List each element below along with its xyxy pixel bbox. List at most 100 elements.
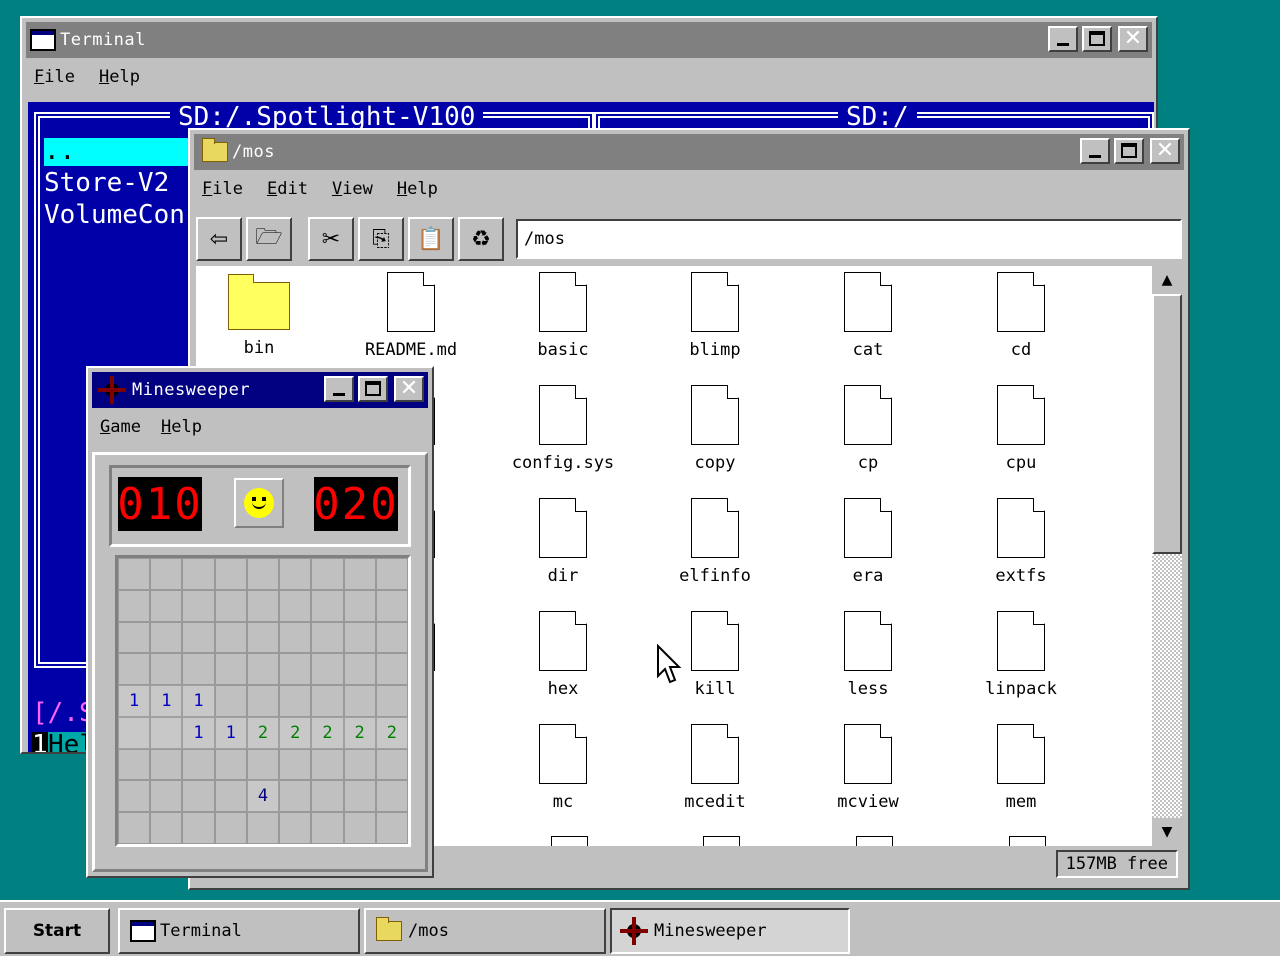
mine-cell[interactable] (246, 748, 280, 781)
file-item[interactable]: cpu (946, 385, 1096, 473)
mine-cell[interactable] (246, 589, 280, 622)
minesweeper-minimize-button[interactable] (324, 376, 354, 402)
terminal-minimize-button[interactable] (1048, 26, 1078, 52)
mine-cell[interactable] (375, 653, 408, 686)
mine-cell[interactable] (343, 558, 376, 590)
mine-cell[interactable] (150, 716, 183, 749)
mine-cell[interactable] (279, 558, 312, 590)
vertical-scrollbar[interactable]: ▲ ▼ (1152, 266, 1182, 846)
mine-cell[interactable] (150, 653, 183, 686)
mine-cell[interactable] (214, 621, 247, 654)
mine-cell[interactable]: 2 (279, 716, 312, 749)
mine-cell[interactable] (118, 621, 151, 654)
minesweeper-titlebar[interactable]: Minesweeper ✕ (92, 372, 428, 408)
mine-cell[interactable] (311, 621, 344, 654)
mine-cell[interactable] (182, 589, 215, 622)
fm-menu-edit[interactable]: Edit (267, 179, 308, 199)
terminal-close-button[interactable]: ✕ (1118, 26, 1148, 52)
terminal-menu-file[interactable]: File (34, 67, 75, 87)
mine-cell[interactable] (214, 653, 247, 686)
mine-cell[interactable]: 1 (118, 685, 151, 717)
mine-cell[interactable] (279, 812, 312, 844)
mine-cell[interactable] (279, 685, 312, 717)
mine-cell[interactable] (246, 558, 280, 590)
mine-cell[interactable] (182, 748, 215, 781)
mine-cell[interactable] (118, 558, 151, 590)
copy-icon[interactable]: ⎘ (358, 217, 404, 261)
minesweeper-window[interactable]: Minesweeper ✕ Game Help 010 020 11111222… (86, 366, 434, 878)
mine-cell[interactable]: 1 (150, 685, 183, 717)
file-manager-maximize-button[interactable] (1114, 138, 1144, 164)
mine-cell[interactable] (375, 621, 408, 654)
mine-cell[interactable] (214, 780, 247, 813)
file-item[interactable]: extfs (946, 498, 1096, 586)
taskbar-item-mos[interactable]: /mos (364, 908, 606, 954)
up-folder-icon[interactable]: 🗁 (246, 217, 292, 261)
terminal-titlebar[interactable]: Terminal ✕ (26, 22, 1152, 58)
mine-cell[interactable] (343, 621, 376, 654)
taskbar-item-minesweeper[interactable]: Minesweeper (610, 908, 850, 954)
mine-cell[interactable] (150, 621, 183, 654)
mine-cell[interactable] (214, 558, 247, 590)
file-item[interactable]: era (793, 498, 943, 586)
mine-cell[interactable] (311, 589, 344, 622)
entry-store-v2[interactable]: Store-V2 (44, 170, 169, 196)
mine-cell[interactable] (343, 653, 376, 686)
mine-cell[interactable] (214, 685, 247, 717)
entry-volumecon[interactable]: VolumeCon (44, 202, 185, 228)
mine-cell[interactable]: 2 (343, 716, 376, 749)
file-item[interactable]: cp (793, 385, 943, 473)
file-item[interactable]: copy (640, 385, 790, 473)
file-manager-close-button[interactable]: ✕ (1150, 138, 1180, 164)
reset-button[interactable] (234, 478, 284, 528)
fm-menu-file[interactable]: File (202, 179, 243, 199)
file-item[interactable]: linpack (946, 611, 1096, 699)
mine-cell[interactable] (343, 589, 376, 622)
mine-cell[interactable] (279, 780, 312, 813)
mine-cell[interactable] (311, 748, 344, 781)
file-item[interactable]: config.sys (488, 385, 638, 473)
mine-cell[interactable]: 1 (182, 716, 215, 749)
minefield-grid[interactable]: 11111222224 (115, 555, 411, 847)
file-item[interactable]: mcedit (640, 724, 790, 812)
mine-cell[interactable] (375, 589, 408, 622)
terminal-menu-help[interactable]: Help (99, 67, 140, 87)
file-item[interactable]: bin (196, 272, 334, 358)
mine-cell[interactable] (375, 812, 408, 844)
file-item[interactable]: dir (488, 498, 638, 586)
mine-cell[interactable] (343, 748, 376, 781)
mine-cell[interactable] (118, 653, 151, 686)
file-item[interactable]: mcview (793, 724, 943, 812)
path-input[interactable]: /mos (516, 219, 1182, 259)
mine-cell[interactable] (246, 812, 280, 844)
mine-cell[interactable] (150, 558, 183, 590)
mine-cell[interactable] (182, 653, 215, 686)
mine-cell[interactable] (311, 812, 344, 844)
mine-cell[interactable] (182, 812, 215, 844)
scroll-thumb[interactable] (1152, 294, 1182, 554)
mine-cell[interactable] (150, 812, 183, 844)
ms-menu-help[interactable]: Help (161, 417, 202, 437)
scroll-down-arrow-icon[interactable]: ▼ (1152, 818, 1182, 846)
mine-cell[interactable] (214, 589, 247, 622)
mine-cell[interactable]: 2 (311, 716, 344, 749)
mine-cell[interactable] (118, 812, 151, 844)
mine-cell[interactable] (214, 812, 247, 844)
mine-cell[interactable] (279, 621, 312, 654)
mine-cell[interactable] (343, 812, 376, 844)
mine-cell[interactable]: 1 (182, 685, 215, 717)
minesweeper-maximize-button[interactable] (358, 376, 388, 402)
back-icon[interactable]: ⇦ (196, 217, 242, 261)
file-item[interactable]: basic (488, 272, 638, 360)
mine-cell[interactable] (375, 780, 408, 813)
mine-cell[interactable] (311, 653, 344, 686)
minesweeper-close-button[interactable]: ✕ (394, 376, 424, 402)
paste-icon[interactable]: 📋 (408, 217, 454, 261)
mine-cell[interactable] (182, 780, 215, 813)
file-item[interactable]: blimp (640, 272, 790, 360)
mine-cell[interactable] (246, 653, 280, 686)
mine-cell[interactable] (150, 748, 183, 781)
file-item[interactable]: hex (488, 611, 638, 699)
scroll-track[interactable] (1152, 554, 1182, 818)
mine-cell[interactable] (343, 685, 376, 717)
